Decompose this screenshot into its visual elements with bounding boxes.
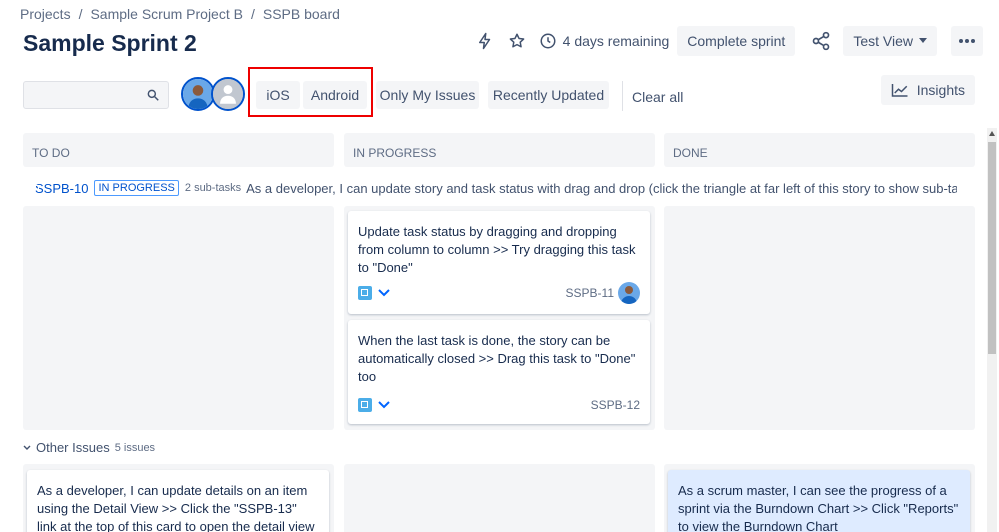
card-summary: Update task status by dragging and dropp…: [358, 224, 636, 275]
issue-card[interactable]: Update task status by dragging and dropp…: [348, 211, 650, 314]
clear-all-link[interactable]: Clear all: [632, 89, 683, 105]
chevron-down-icon[interactable]: [23, 445, 31, 451]
view-selector-button[interactable]: Test View: [843, 26, 937, 56]
card-icons: [358, 286, 390, 300]
priority-low-icon: [378, 401, 390, 409]
breadcrumb-board[interactable]: SSPB board: [263, 6, 340, 22]
lane-cell-done: [664, 206, 975, 430]
avatar[interactable]: [181, 77, 215, 111]
ellipsis-icon: [959, 39, 975, 43]
search-box: [23, 81, 169, 109]
story-summary: As a developer, I can update story and t…: [246, 180, 957, 196]
lane-cell-in-progress: [344, 464, 655, 532]
card-summary: When the last task is done, the story ca…: [358, 333, 636, 384]
card-footer: SSPB-12: [358, 396, 640, 414]
share-icon[interactable]: [805, 27, 837, 55]
remaining-text: 4 days remaining: [562, 33, 670, 49]
lightning-icon[interactable]: [469, 27, 501, 55]
lane-cell-todo: [23, 206, 334, 430]
card-summary: As a scrum master, I can see the progres…: [678, 483, 959, 532]
scrollbar-thumb[interactable]: [988, 142, 996, 354]
scroll-up-arrow-icon[interactable]: [989, 131, 995, 136]
story-swimlane-header[interactable]: SSPB-10 IN PROGRESS 2 sub-tasks As a dev…: [23, 178, 957, 198]
star-icon[interactable]: [501, 27, 533, 55]
page-title: Sample Sprint 2: [23, 30, 197, 56]
subtask-icon: [358, 286, 372, 300]
avatar-filter-group: [181, 77, 245, 111]
card-footer: SSPB-11: [358, 282, 640, 304]
card-summary: As a developer, I can update details on …: [37, 483, 315, 532]
complete-sprint-button[interactable]: Complete sprint: [677, 26, 796, 56]
avatar[interactable]: [618, 282, 640, 304]
other-issues-label: Other Issues: [36, 440, 110, 455]
breadcrumb: Projects / Sample Scrum Project B / SSPB…: [20, 6, 340, 22]
more-actions-button[interactable]: [951, 26, 983, 56]
breadcrumb-project[interactable]: Sample Scrum Project B: [90, 6, 243, 22]
card-icons: [358, 398, 390, 412]
card-key-text: SSPB-11: [565, 286, 614, 300]
search-input[interactable]: [24, 82, 134, 108]
filter-bar: iOS Android Only My Issues Recently Upda…: [23, 67, 975, 117]
search-icon[interactable]: [146, 88, 160, 102]
breadcrumb-separator: /: [250, 6, 255, 22]
quick-filter-ios[interactable]: iOS: [256, 81, 300, 109]
status-badge: IN PROGRESS: [94, 180, 179, 196]
quick-filter-recently-updated[interactable]: Recently Updated: [488, 81, 609, 109]
quick-filter-android[interactable]: Android: [303, 81, 367, 109]
story-key-link[interactable]: SSPB-10: [35, 181, 88, 196]
breadcrumb-projects[interactable]: Projects: [20, 6, 71, 22]
chart-line-icon: [891, 84, 908, 97]
card-key: SSPB-12: [591, 396, 640, 414]
subtask-icon: [358, 398, 372, 412]
avatar-unassigned[interactable]: [211, 77, 245, 111]
insights-label: Insights: [916, 82, 965, 98]
clock-icon: [540, 33, 556, 49]
sprint-remaining: 4 days remaining: [539, 32, 670, 50]
breadcrumb-separator: /: [78, 6, 83, 22]
insights-button[interactable]: Insights: [880, 75, 975, 105]
issue-card[interactable]: As a scrum master, I can see the progres…: [668, 470, 970, 532]
column-header-done: DONE: [664, 133, 975, 167]
issue-count: 5 issues: [114, 441, 156, 454]
card-key: SSPB-11: [566, 282, 640, 304]
subtask-count: 2 sub-tasks: [184, 182, 242, 194]
header-actions: 4 days remaining Complete sprint Test Vi…: [469, 26, 983, 56]
view-label: Test View: [853, 33, 913, 49]
vertical-scrollbar[interactable]: [987, 128, 997, 532]
issue-card[interactable]: When the last task is done, the story ca…: [348, 320, 650, 424]
quick-filter-only-my-issues[interactable]: Only My Issues: [376, 81, 479, 109]
priority-low-icon: [378, 289, 390, 297]
filter-divider: [622, 81, 623, 111]
caret-down-icon: [919, 38, 927, 43]
other-issues-swimlane-header[interactable]: Other Issues 5 issues: [23, 440, 155, 455]
issue-card[interactable]: As a developer, I can update details on …: [27, 470, 329, 532]
column-header-todo: TO DO: [23, 133, 334, 167]
card-key-text: SSPB-12: [590, 398, 640, 412]
column-header-in-progress: IN PROGRESS: [344, 133, 655, 167]
